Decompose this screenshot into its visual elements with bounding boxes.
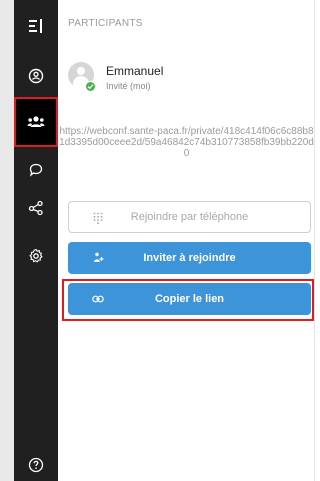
share-icon bbox=[28, 200, 44, 216]
profile-button[interactable] bbox=[14, 56, 58, 96]
panel-title: PARTICIPANTS bbox=[68, 18, 143, 29]
copy-link-label: Copier le lien bbox=[154, 293, 225, 305]
participant-item[interactable]: Emmanuel Invité (moi) bbox=[68, 62, 308, 96]
toggle-panel-icon bbox=[28, 18, 44, 34]
settings-icon bbox=[28, 248, 44, 264]
invite-button[interactable]: Inviter à rejoindre bbox=[68, 242, 311, 274]
copy-link-button[interactable]: Copier le lien bbox=[68, 283, 311, 315]
checkmark-icon bbox=[85, 81, 96, 92]
participant-name: Emmanuel bbox=[106, 64, 164, 78]
participants-button[interactable] bbox=[14, 97, 58, 147]
invite-icon bbox=[92, 242, 104, 274]
dialpad-icon bbox=[93, 202, 103, 234]
left-rail bbox=[0, 0, 14, 481]
participants-icon bbox=[27, 115, 45, 129]
profile-icon bbox=[28, 68, 44, 84]
invite-label: Inviter à rejoindre bbox=[143, 252, 236, 264]
participant-role: Invité (moi) bbox=[106, 81, 151, 91]
settings-button[interactable] bbox=[14, 236, 58, 276]
toggle-panel-button[interactable] bbox=[14, 6, 58, 46]
share-button[interactable] bbox=[14, 188, 58, 228]
sidebar bbox=[14, 0, 58, 481]
app: PARTICIPANTS Emmanuel Invité (moi) https… bbox=[0, 0, 315, 481]
chat-icon bbox=[28, 162, 44, 178]
join-by-phone-button[interactable]: Rejoindre par téléphone bbox=[68, 201, 311, 233]
participants-panel: PARTICIPANTS Emmanuel Invité (moi) https… bbox=[58, 0, 315, 481]
help-icon bbox=[28, 457, 44, 473]
chat-button[interactable] bbox=[14, 150, 58, 190]
join-by-phone-label: Rejoindre par téléphone bbox=[130, 211, 249, 223]
help-button[interactable] bbox=[14, 445, 58, 481]
meeting-link: https://webconf.sante-paca.fr/private/41… bbox=[59, 126, 314, 159]
link-icon bbox=[92, 283, 104, 315]
